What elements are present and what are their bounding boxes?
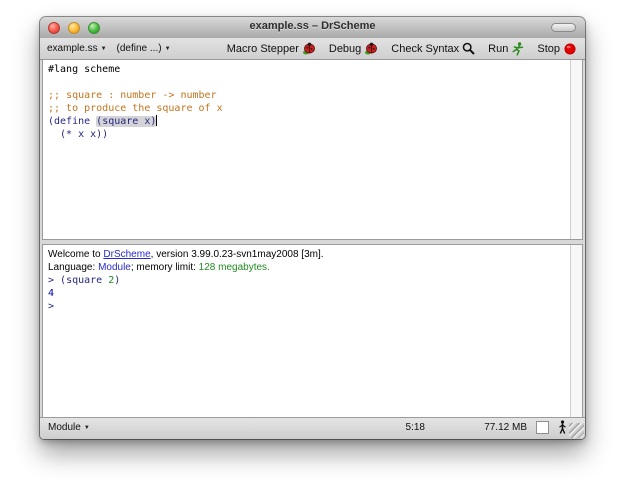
run-label: Run bbox=[488, 43, 508, 55]
text-segment: Welcome to bbox=[48, 249, 103, 260]
language-menu-label: Module bbox=[48, 422, 81, 433]
text-segment: > bbox=[48, 301, 54, 312]
text-line: ;; square : number -> number bbox=[48, 89, 570, 102]
text-line: Welcome to DrScheme, version 3.99.0.23-s… bbox=[48, 248, 570, 261]
status-bar: Module ▼ 5:18 77.12 MB bbox=[40, 417, 585, 439]
check-syntax-label: Check Syntax bbox=[391, 43, 459, 55]
window-title: example.ss – DrScheme bbox=[40, 20, 585, 32]
define-popup-menu[interactable]: (define ...) ▼ bbox=[117, 43, 171, 54]
check-syntax-button[interactable]: Check Syntax bbox=[391, 42, 475, 55]
text-line: (define (square x) bbox=[48, 115, 570, 128]
stop-label: Stop bbox=[537, 43, 560, 55]
activity-man-icon bbox=[558, 420, 567, 435]
ladybug-step-icon bbox=[302, 42, 316, 55]
text-segment: ;; square : number -> number bbox=[48, 90, 217, 101]
text-segment: Module bbox=[98, 262, 131, 273]
chevron-down-icon: ▼ bbox=[165, 46, 171, 52]
text-segment: 128 megabytes. bbox=[199, 262, 270, 273]
define-menu-label: (define ...) bbox=[117, 43, 162, 54]
text-segment: (square bbox=[60, 275, 108, 286]
text-segment: Language: bbox=[48, 262, 98, 273]
text-line: > bbox=[48, 300, 570, 313]
text-line: ;; to produce the square of x bbox=[48, 102, 570, 115]
text-segment: #lang scheme bbox=[48, 64, 120, 75]
chevron-down-icon: ▼ bbox=[101, 46, 107, 52]
definitions-scrollbar[interactable] bbox=[570, 60, 582, 239]
stop-button[interactable]: Stop bbox=[537, 42, 577, 56]
macro-stepper-button[interactable]: Macro Stepper bbox=[227, 42, 316, 55]
text-segment: (square x) bbox=[96, 116, 156, 127]
file-menu-label: example.ss bbox=[47, 43, 98, 54]
drscheme-window: example.ss – DrScheme example.ss ▼ (defi… bbox=[40, 17, 585, 439]
text-segment: ;; to produce the square of x bbox=[48, 103, 223, 114]
text-segment: (* x x)) bbox=[48, 129, 108, 140]
resize-grip[interactable] bbox=[569, 423, 584, 438]
ladybug-icon bbox=[364, 42, 378, 55]
text-line: 4 bbox=[48, 287, 570, 300]
toolbar: example.ss ▼ (define ...) ▼ Macro Steppe… bbox=[40, 38, 585, 60]
macro-stepper-label: Macro Stepper bbox=[227, 43, 299, 55]
run-button[interactable]: Run bbox=[488, 42, 524, 56]
text-segment: (define bbox=[48, 116, 96, 127]
text-segment: , version 3.99.0.23-svn1may2008 [3m]. bbox=[151, 249, 324, 260]
text-line: > (square 2) bbox=[48, 274, 570, 287]
toolbar-toggle-button[interactable] bbox=[551, 23, 576, 32]
text-segment: > bbox=[48, 275, 60, 286]
drscheme-link[interactable]: DrScheme bbox=[103, 249, 150, 260]
language-menu[interactable]: Module ▼ bbox=[48, 422, 90, 433]
text-line: Language: Module; memory limit: 128 mega… bbox=[48, 261, 570, 274]
file-menu[interactable]: example.ss ▼ bbox=[47, 43, 107, 54]
interactions-pane[interactable]: Welcome to DrScheme, version 3.99.0.23-s… bbox=[42, 244, 583, 418]
text-segment: ; memory limit: bbox=[131, 262, 199, 273]
text-cursor bbox=[156, 115, 157, 126]
text-segment: 4 bbox=[48, 288, 54, 299]
text-line: #lang scheme bbox=[48, 63, 570, 76]
definitions-pane[interactable]: #lang scheme ;; square : number -> numbe… bbox=[42, 59, 583, 240]
stop-icon bbox=[563, 42, 577, 56]
definitions-editor[interactable]: #lang scheme ;; square : number -> numbe… bbox=[43, 60, 570, 239]
runner-icon bbox=[511, 42, 524, 56]
interactions-repl[interactable]: Welcome to DrScheme, version 3.99.0.23-s… bbox=[43, 245, 570, 417]
text-line: (* x x)) bbox=[48, 128, 570, 141]
text-line bbox=[48, 76, 570, 89]
gc-indicator bbox=[536, 421, 549, 434]
chevron-down-icon: ▼ bbox=[84, 425, 90, 431]
debug-label: Debug bbox=[329, 43, 361, 55]
line-column-indicator: 5:18 bbox=[406, 422, 425, 433]
text-segment: ) bbox=[114, 275, 120, 286]
debug-button[interactable]: Debug bbox=[329, 42, 378, 55]
interactions-scrollbar[interactable] bbox=[570, 245, 582, 417]
memory-usage-indicator: 77.12 MB bbox=[484, 422, 527, 433]
magnifier-icon bbox=[462, 42, 475, 55]
screen: example.ss – DrScheme example.ss ▼ (defi… bbox=[0, 0, 620, 487]
title-bar[interactable]: example.ss – DrScheme bbox=[40, 17, 585, 39]
